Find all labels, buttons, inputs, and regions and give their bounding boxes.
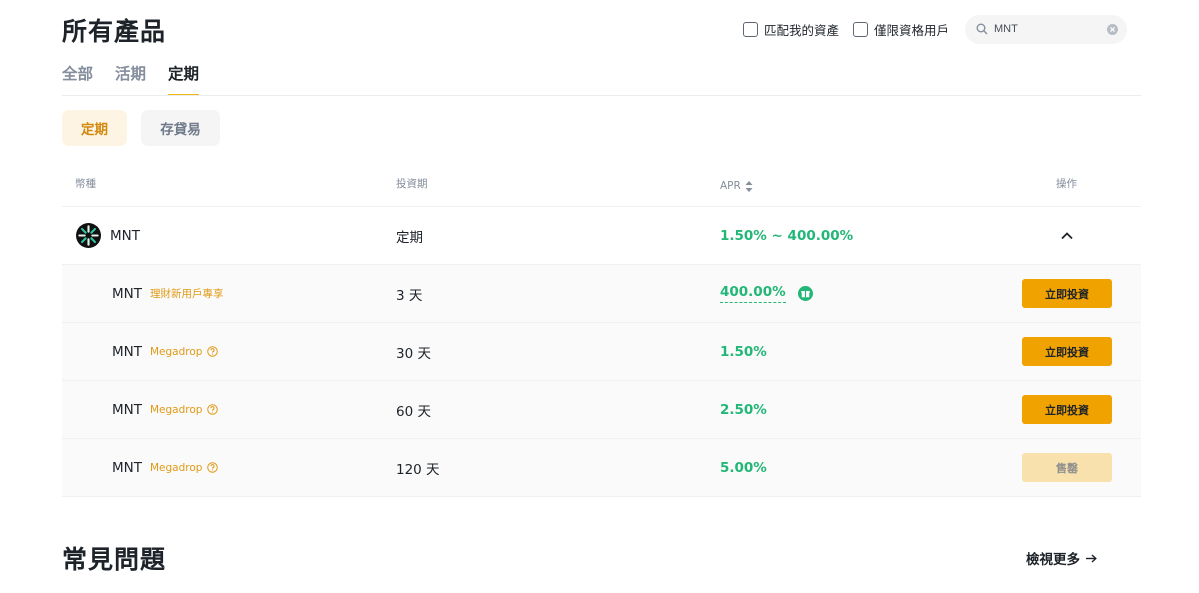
filter-bar: 匹配我的資產 僅限資格用戶 [742,14,1127,44]
match-assets-label: 匹配我的資產 [763,22,839,38]
gift-icon[interactable] [797,286,813,301]
search-box[interactable] [965,14,1127,44]
invest-now-button[interactable]: 立即投資 [1022,395,1112,424]
table-row: MNT 理財新用戶專享 3 天 400.00% 立即投資 [62,265,1141,323]
table-row: MNT Megadrop 60 天 2.50% 立即投資 [62,381,1141,439]
eligible-only-checkbox[interactable]: 僅限資格用戶 [852,20,949,39]
apr-value: 1.50% [720,343,767,360]
apr-cell: 400.00% [720,265,813,322]
apr-value: 2.50% [720,401,767,418]
tab-flexible[interactable]: 活期 [115,62,146,96]
header-apr-label: APR [720,180,741,192]
collapse-toggle[interactable] [1061,207,1073,264]
coin-name: MNT [112,459,142,476]
match-assets-checkbox[interactable]: 匹配我的資產 [742,20,839,39]
search-input[interactable] [994,23,1107,35]
view-more-label: 檢視更多 [1026,552,1080,568]
help-circle-icon[interactable] [207,404,219,415]
tab-all[interactable]: 全部 [62,62,93,96]
tab-locked[interactable]: 定期 [168,62,200,96]
clear-icon[interactable] [1107,23,1118,35]
apr-value[interactable]: 400.00% [720,284,786,303]
table-row: MNT Megadrop 120 天 5.00% 售罄 [62,439,1141,497]
new-user-tag: 理財新用戶專享 [150,288,224,300]
megadrop-tag: Megadrop [150,461,219,474]
invest-now-button[interactable]: 立即投資 [1022,337,1112,366]
megadrop-label: Megadrop [150,461,203,474]
checkbox-box[interactable] [742,21,758,37]
header-action: 操作 [1056,178,1077,190]
coin-cell: MNT Megadrop [112,323,219,380]
help-circle-icon[interactable] [207,462,219,473]
coin-cell: MNT 理財新用戶專享 [112,265,224,322]
coin-name: MNT [112,343,142,360]
megadrop-label: Megadrop [150,403,203,416]
coin-cell: MNT Megadrop [112,381,219,438]
table-row: MNT Megadrop 30 天 1.50% 立即投資 [62,323,1141,381]
megadrop-tag: Megadrop [150,345,219,358]
help-circle-icon[interactable] [207,346,219,357]
action-cell: 立即投資 [1022,381,1112,438]
coin-cell: MNT [76,207,140,264]
coin-cell: MNT Megadrop [112,439,219,496]
action-cell: 立即投資 [1022,265,1112,322]
term-cell: 60 天 [396,403,431,420]
search-icon [976,23,988,35]
megadrop-label: Megadrop [150,345,203,358]
header-term: 投資期 [396,178,428,190]
chevron-up-icon[interactable] [1061,231,1073,240]
sort-icon[interactable] [745,180,753,192]
page-title: 所有產品 [62,17,167,46]
view-more-link[interactable]: 檢視更多 [1026,548,1097,568]
table-row-parent[interactable]: MNT 定期 1.50% ~ 400.00% [62,207,1141,265]
sold-out-button: 售罄 [1022,453,1112,482]
apr-value: 5.00% [720,459,767,476]
coin-name: MNT [110,227,140,244]
table-header: 幣種 投資期 APR 操作 [62,168,1141,204]
mnt-coin-icon [76,223,101,248]
arrow-right-icon [1086,553,1097,563]
term-cell: 30 天 [396,345,431,362]
product-table: MNT 定期 1.50% ~ 400.00% MNT 理財新用戶專享 3 天 4… [62,206,1141,497]
product-tabs: 全部 活期 定期 [62,62,221,96]
tab-divider [62,95,1141,96]
invest-now-button[interactable]: 立即投資 [1022,279,1112,308]
coin-name: MNT [112,285,142,302]
term-cell: 3 天 [396,287,423,304]
apr-range: 1.50% ~ 400.00% [720,227,854,244]
header-apr[interactable]: APR [720,180,753,192]
header-coin: 幣種 [75,178,96,190]
action-cell: 售罄 [1022,439,1112,496]
subtab-locked[interactable]: 定期 [62,110,127,146]
eligible-only-label: 僅限資格用戶 [873,22,949,38]
sub-tabs: 定期 存貸易 [62,110,234,146]
subtab-lending[interactable]: 存貸易 [141,110,220,146]
coin-name: MNT [112,401,142,418]
checkbox-box[interactable] [852,21,868,37]
term-cell: 120 天 [396,461,440,478]
term-cell: 定期 [396,229,423,246]
action-cell: 立即投資 [1022,323,1112,380]
megadrop-tag: Megadrop [150,403,219,416]
faq-title: 常見問題 [62,545,167,574]
